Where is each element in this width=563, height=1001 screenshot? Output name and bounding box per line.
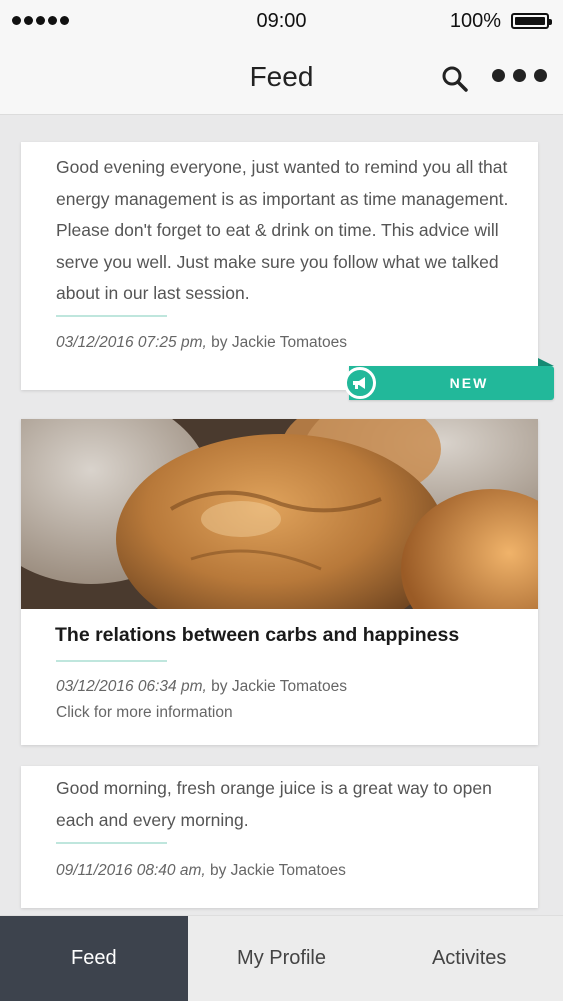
feed-post[interactable]: Good morning, fresh orange juice is a gr… bbox=[21, 766, 538, 908]
battery-icon bbox=[511, 13, 552, 29]
article-title: The relations between carbs and happines… bbox=[55, 624, 460, 646]
divider bbox=[56, 315, 167, 317]
post-date: 09/11/2016 08:40 am, bbox=[56, 862, 206, 879]
divider bbox=[56, 660, 167, 662]
status-bar: 09:00 100% bbox=[0, 0, 563, 44]
search-icon[interactable] bbox=[440, 64, 470, 94]
battery-percentage: 100% bbox=[449, 10, 501, 32]
tab-my-profile[interactable]: My Profile bbox=[188, 916, 376, 1001]
tab-feed[interactable]: Feed bbox=[0, 916, 188, 1001]
post-text: Good evening everyone, just wanted to re… bbox=[56, 157, 509, 303]
more-options-icon[interactable] bbox=[492, 69, 552, 85]
feed-post[interactable]: Good evening everyone, just wanted to re… bbox=[21, 142, 538, 390]
post-meta: 03/12/2016 06:34 pm, by Jackie Tomatoes bbox=[56, 678, 347, 696]
feed-article[interactable]: The relations between carbs and happines… bbox=[21, 419, 538, 745]
new-badge-label: NEW bbox=[449, 375, 489, 391]
post-meta: 09/11/2016 08:40 am, by Jackie Tomatoes bbox=[56, 862, 346, 880]
nav-bar: Feed bbox=[0, 44, 563, 115]
more-info-link[interactable]: Click for more information bbox=[56, 704, 233, 722]
megaphone-icon bbox=[344, 367, 376, 399]
post-author: by Jackie Tomatoes bbox=[211, 334, 347, 351]
tab-bar: Feed My Profile Activites bbox=[0, 915, 563, 1001]
new-badge: NEW bbox=[349, 366, 554, 400]
tab-activities[interactable]: Activites bbox=[375, 916, 563, 1001]
divider bbox=[56, 842, 167, 844]
post-date: 03/12/2016 07:25 pm, bbox=[56, 334, 207, 351]
ribbon-fold bbox=[538, 358, 554, 366]
post-meta: 03/12/2016 07:25 pm, by Jackie Tomatoes bbox=[56, 334, 347, 352]
bread-photo bbox=[21, 419, 538, 609]
post-date: 03/12/2016 06:34 pm, bbox=[56, 678, 207, 695]
page-title: Feed bbox=[249, 61, 314, 92]
post-author: by Jackie Tomatoes bbox=[209, 862, 346, 879]
post-text: Good morning, fresh orange juice is a gr… bbox=[56, 778, 492, 830]
post-author: by Jackie Tomatoes bbox=[211, 678, 347, 695]
